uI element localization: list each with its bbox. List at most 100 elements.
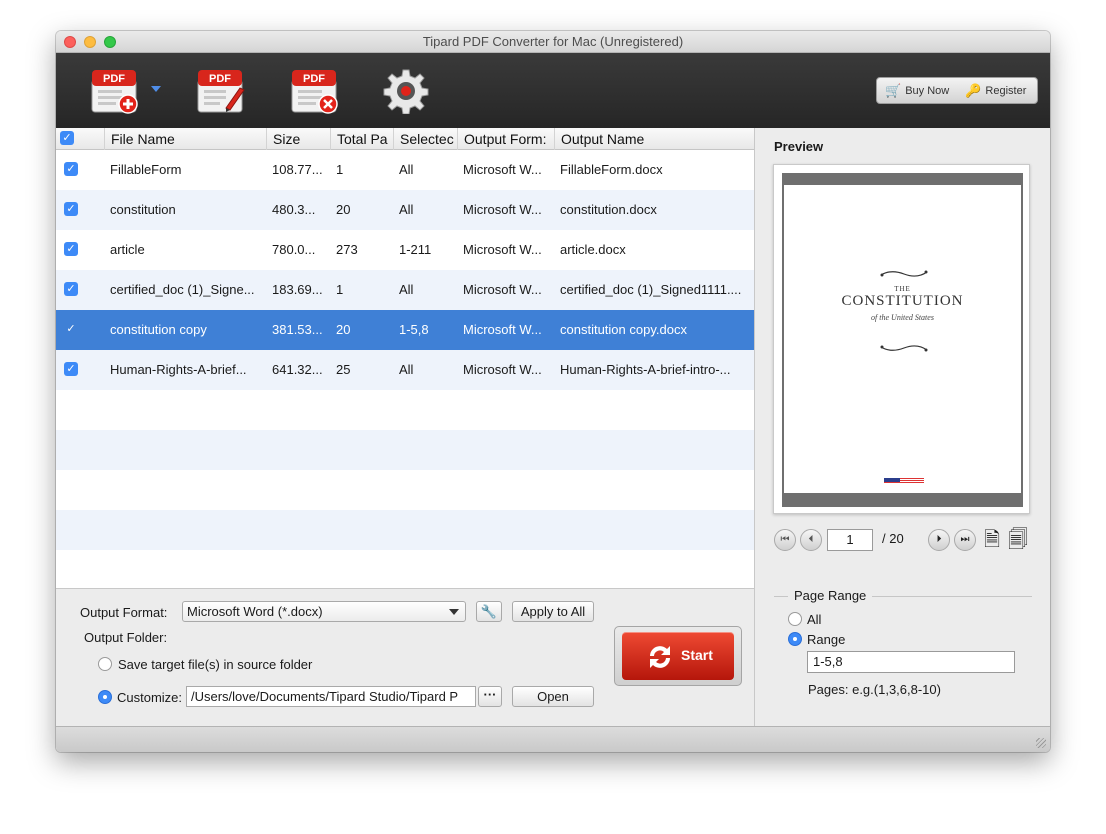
buy-now-button[interactable]: 🛒 Buy Now [877,78,957,103]
previous-page-button[interactable]: ⏴ [800,529,822,551]
output-path-input[interactable]: /Users/love/Documents/Tipard Studio/Tipa… [186,686,476,707]
row-checkbox[interactable]: ✓ [64,282,78,296]
preview-page-content: THE CONSTITUTION of the United States [784,185,1021,493]
cell-output-format: Microsoft W... [463,202,542,217]
add-file-button[interactable]: PDF [90,68,140,114]
key-icon: 🔑 [965,82,982,98]
preview-navigation: ⏮ ⏴ 1 / 20 ⏵ ⏭ 🗎 🗐 [774,528,1034,554]
row-checkbox[interactable]: ✓ [64,322,78,336]
table-row[interactable]: ✓ constitution 480.3... 20 All Microsoft W...… [56,190,754,230]
row-checkbox[interactable]: ✓ [64,362,78,376]
cell-output-format: Microsoft W... [463,242,542,257]
window-title: Tipard PDF Converter for Mac (Unregister… [422,34,684,49]
save-source-radio[interactable] [98,657,112,671]
cell-output-name: constitution copy.docx [560,322,687,337]
customize-radio[interactable] [98,690,112,704]
doc-title-text: CONSTITUTION [841,293,964,309]
format-settings-button[interactable]: 🔧 [476,601,502,622]
page-number-input[interactable]: 1 [827,529,873,551]
row-checkbox[interactable]: ✓ [64,242,78,256]
empty-row [56,430,754,470]
cell-selected-pages: All [399,202,414,217]
previous-page-icon: ⏴ [808,534,814,545]
preview-label: Preview [774,139,824,154]
output-format-label: Output Format: [80,605,168,620]
extract-page-button[interactable]: 🗐 [1008,528,1028,552]
page-range-all-radio[interactable] [788,612,802,626]
cell-selected-pages: All [399,162,414,177]
cell-total-pages: 20 [336,202,351,217]
select-all-checkbox[interactable]: ✓ [60,131,74,145]
register-button[interactable]: 🔑 Register [957,78,1034,103]
minimize-window-button[interactable] [84,36,96,48]
table-row[interactable]: ✓ Human-Rights-A-brief... 641.32... 25 All Mi… [56,350,754,390]
svg-text:PDF: PDF [103,73,125,85]
last-page-button[interactable]: ⏭ [954,529,976,551]
cell-file-name: Human-Rights-A-brief... [110,362,247,377]
cell-total-pages: 25 [336,362,351,377]
col-selected-pages[interactable]: Selectec [393,128,457,150]
remove-pdf-icon: PDF [291,70,338,114]
cell-total-pages: 20 [336,322,351,337]
col-total-pages[interactable]: Total Pa [330,128,393,150]
row-checkbox[interactable]: ✓ [64,162,78,176]
add-pdf-icon: PDF [91,70,138,114]
flag-icon [884,478,924,484]
open-folder-button[interactable]: Open [512,686,594,707]
cell-file-name: article [110,242,145,257]
page-range-label: Page Range [788,588,873,603]
apply-to-all-button[interactable]: Apply to All [512,601,594,622]
zoom-window-button[interactable] [104,36,116,48]
table-row[interactable]: ✓ FillableForm 108.77... 1 All Microsoft W...… [56,150,754,190]
close-window-button[interactable] [64,36,76,48]
empty-row [56,510,754,550]
single-page-view-button[interactable]: 🗎 [984,528,1002,552]
app-window: Tipard PDF Converter for Mac (Unregister… [56,31,1050,752]
edit-file-button[interactable]: PDF [196,68,246,114]
output-folder-label: Output Folder: [84,630,168,645]
cell-size: 641.32... [272,362,323,377]
start-button[interactable]: Start [622,632,734,680]
cell-output-format: Microsoft W... [463,322,542,337]
page-range-range-radio[interactable] [788,632,802,646]
status-bar [56,726,1050,752]
last-page-icon: ⏭ [960,534,970,545]
page-range-all-label[interactable]: All [807,612,821,627]
col-output-format[interactable]: Output Form: [457,128,554,150]
document-icon: 🗎 [984,529,1001,551]
page-range-range-label[interactable]: Range [807,632,845,647]
cell-total-pages: 1 [336,162,344,177]
table-row[interactable]: ✓ constitution copy 381.53... 20 1-5,8 Micros… [56,310,754,350]
first-page-icon: ⏮ [780,534,790,545]
browse-folder-button[interactable]: ··· [478,686,502,707]
table-row[interactable]: ✓ article 780.0... 273 1-211 Microsoft W... ar… [56,230,754,270]
document-export-icon: 🗐 [1008,529,1028,551]
table-row[interactable]: ✓ certified_doc (1)_Signe... 183.69... 1 All… [56,270,754,310]
add-file-dropdown-icon[interactable] [151,86,161,92]
first-page-button[interactable]: ⏮ [774,529,796,551]
cell-file-name: constitution [110,202,176,217]
settings-button[interactable] [383,68,429,115]
page-range-input[interactable]: 1-5,8 [807,651,1015,673]
edit-pdf-icon: PDF [197,70,245,113]
cell-file-name: certified_doc (1)_Signe... [110,282,255,297]
cell-output-name: Human-Rights-A-brief-intro-... [560,362,731,377]
preview-pane: THE CONSTITUTION of the United States [773,164,1030,514]
col-file-name[interactable]: File Name [104,128,266,150]
cell-selected-pages: All [399,282,414,297]
svg-text:PDF: PDF [303,73,325,85]
start-button-frame: Start [614,626,742,686]
output-format-select[interactable]: Microsoft Word (*.docx) [182,601,466,622]
page-total: / 20 [882,531,904,546]
next-page-button[interactable]: ⏵ [928,529,950,551]
file-table: ✓ File Name Size Total Pa Selectec Outpu… [56,128,754,588]
doc-the-text: THE [894,285,911,293]
resize-grip-icon[interactable] [1036,738,1046,748]
remove-file-button[interactable]: PDF [290,68,340,114]
customize-label[interactable]: Customize: [117,690,182,705]
col-size[interactable]: Size [266,128,330,150]
col-output-name[interactable]: Output Name [554,128,754,150]
row-checkbox[interactable]: ✓ [64,202,78,216]
save-source-label[interactable]: Save target file(s) in source folder [118,657,312,672]
panel-divider[interactable] [754,128,755,752]
